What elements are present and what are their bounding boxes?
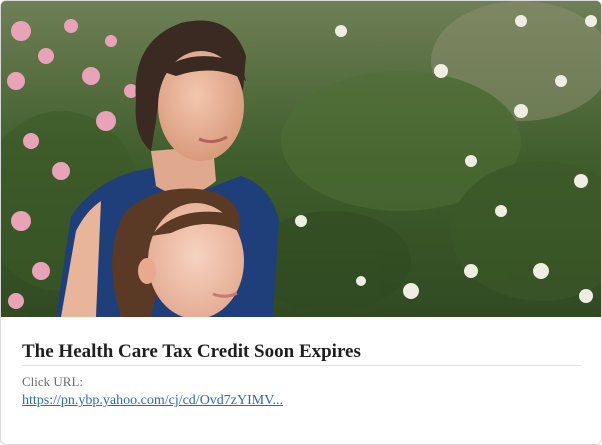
headline[interactable]: The Health Care Tax Credit Soon Expires: [22, 341, 582, 363]
ad-preview-card: The Health Care Tax Credit Soon Expires …: [0, 0, 602, 445]
click-url-link[interactable]: https://pn.ybp.yahoo.com/cj/cd/Ovd7zYIMV…: [22, 392, 283, 410]
card-body: The Health Care Tax Credit Soon Expires …: [1, 317, 601, 444]
divider: [22, 365, 582, 366]
hero-image[interactable]: [1, 1, 601, 317]
click-url-label: Click URL:: [22, 374, 84, 389]
